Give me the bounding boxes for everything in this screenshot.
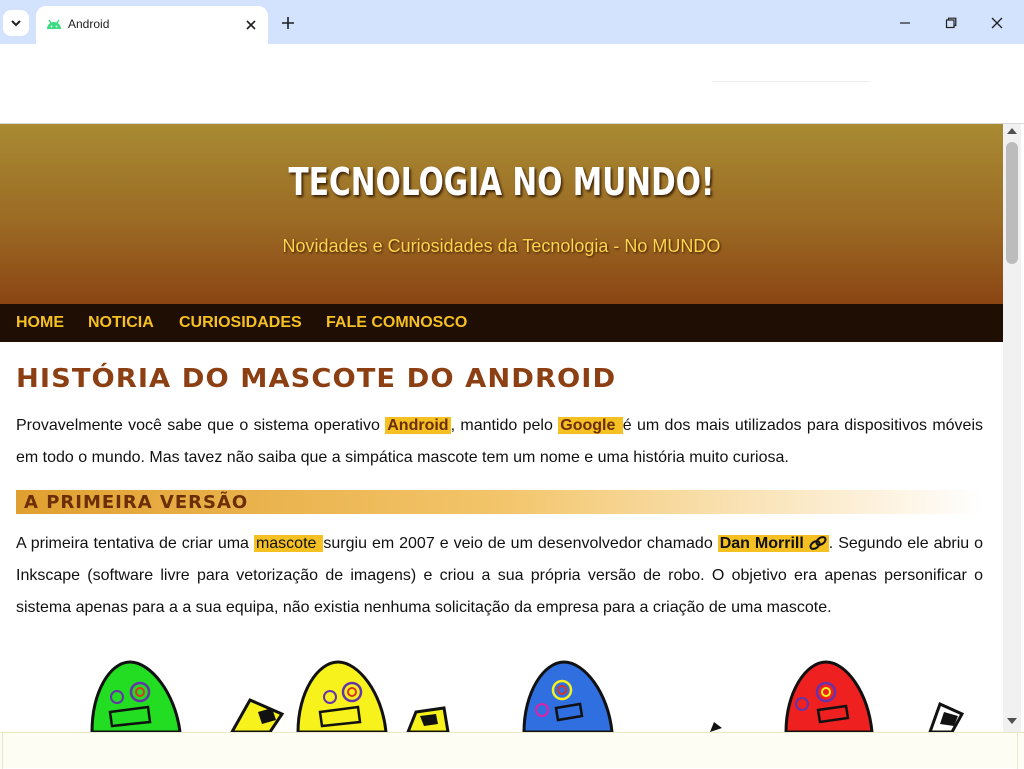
- plus-icon: [282, 17, 294, 29]
- main-nav: HOME NOTICIA CURIOSIDADES FALE COMNOSCO: [0, 304, 1003, 342]
- mascot-figure-yellow: [296, 660, 388, 732]
- nav-item-curiosidades[interactable]: CURIOSIDADES: [179, 314, 302, 332]
- tab-title: Android: [68, 17, 110, 31]
- new-tab-button[interactable]: [278, 13, 298, 33]
- link-chain-icon: [809, 536, 827, 550]
- close-icon: [991, 17, 1003, 29]
- android-link[interactable]: Android: [385, 417, 451, 434]
- nav-item-fale-comnosco[interactable]: FALE COMNOSCO: [326, 314, 467, 332]
- robot-shape-2: [406, 706, 450, 732]
- scrollbar-thumb[interactable]: [1006, 142, 1018, 264]
- dan-morrill-link[interactable]: Dan Morrill: [717, 535, 829, 552]
- bottom-panel: [0, 732, 1024, 769]
- mascote-highlight: mascote: [253, 535, 324, 552]
- scroll-down-arrow-icon[interactable]: [1007, 718, 1017, 724]
- browser-tab-bar: Android: [0, 0, 1024, 44]
- paragraph-text: Provavelmente você sabe que o sistema op…: [16, 417, 386, 434]
- browser-toolbar-area: [0, 44, 1024, 124]
- minimize-button[interactable]: [894, 12, 916, 34]
- browser-tab-active[interactable]: Android: [36, 6, 268, 44]
- site-title: TECNOLOGIA NO MUNDO!: [288, 160, 715, 204]
- android-icon: [47, 19, 61, 29]
- google-link[interactable]: Google: [558, 417, 623, 434]
- chevron-down-icon: [11, 20, 21, 27]
- page-viewport: TECNOLOGIA NO MUNDO! Novidades e Curiosi…: [0, 124, 1003, 732]
- nav-item-noticia[interactable]: NOTICIA: [88, 314, 154, 332]
- divider: [712, 81, 870, 82]
- robot-shape-4: [928, 701, 965, 732]
- section-heading-band: A PRIMEIRA VERSÃO: [16, 490, 983, 514]
- mascot-figure-green: [90, 660, 182, 732]
- close-icon: [246, 20, 256, 30]
- mascot-figure-blue: [522, 660, 614, 732]
- link-label: Dan Morrill: [719, 535, 804, 552]
- tab-search-dropdown-button[interactable]: [3, 10, 29, 36]
- paragraph-text: A primeira tentativa de criar uma: [16, 535, 254, 552]
- minimize-icon: [900, 22, 910, 24]
- paragraph-text: , mantido pelo: [450, 417, 559, 434]
- robot-shape-1: [230, 698, 285, 732]
- intro-paragraph: Provavelmente você sabe que o sistema op…: [16, 410, 983, 474]
- nav-item-home[interactable]: HOME: [16, 314, 64, 332]
- mascot-illustrations: [90, 660, 965, 732]
- page-scrollbar[interactable]: [1003, 124, 1021, 732]
- restore-button[interactable]: [940, 12, 962, 34]
- close-window-button[interactable]: [986, 12, 1008, 34]
- restore-icon: [945, 17, 957, 29]
- first-version-paragraph: A primeira tentativa de criar uma mascot…: [16, 528, 983, 624]
- site-subtitle: Novidades e Curiosidades da Tecnologia -…: [282, 236, 721, 256]
- section-heading: A PRIMEIRA VERSÃO: [24, 492, 249, 513]
- robot-shape-3: [710, 722, 722, 732]
- scroll-up-arrow-icon[interactable]: [1007, 128, 1017, 134]
- bottom-panel-frame: [2, 733, 1018, 769]
- page-title: HISTÓRIA DO MASCOTE DO ANDROID: [16, 364, 617, 394]
- mascot-figure-red: [784, 660, 874, 732]
- tab-close-button[interactable]: [242, 16, 260, 34]
- paragraph-text: surgiu em 2007 e veio de um desenvolvedo…: [323, 535, 718, 552]
- site-header: TECNOLOGIA NO MUNDO! Novidades e Curiosi…: [0, 124, 1003, 304]
